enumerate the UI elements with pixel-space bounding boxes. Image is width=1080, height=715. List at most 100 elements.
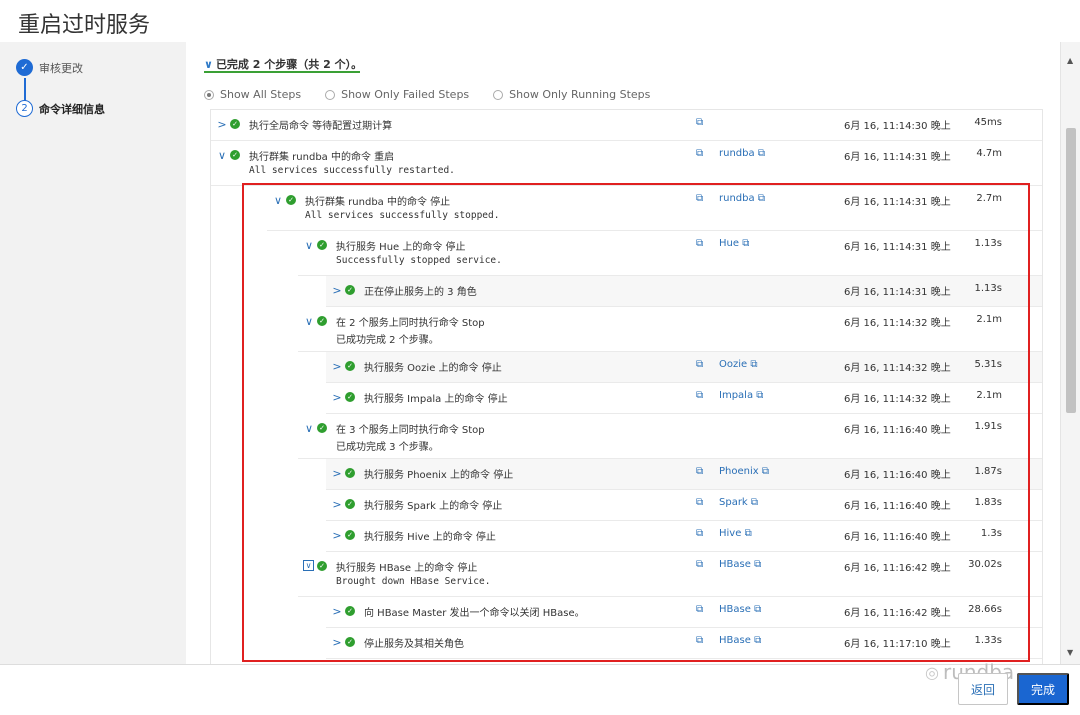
chevron-right-icon[interactable]: >	[332, 360, 342, 373]
step-row[interactable]: > ✓ 执行服务 Oozie 上的命令 停止 ⧉ Oozie ⧉ 6月 16, …	[326, 352, 1042, 383]
step-title: 执行群集 rundba 中的命令 重启	[249, 152, 395, 163]
external-link-icon[interactable]: ⧉	[696, 466, 703, 477]
external-link-icon[interactable]: ⧉	[696, 390, 703, 401]
external-link-icon[interactable]: ⧉	[696, 238, 703, 249]
cluster-link[interactable]: rundba ⧉	[719, 148, 765, 159]
step-row[interactable]: ∨ ✓ 执行群集 rundba 中的命令 停止 All services suc…	[267, 186, 1042, 231]
steps-summary-text: 已完成 2 个步骤（共 2 个）。	[215, 58, 363, 71]
service-link[interactable]: Spark ⧉	[719, 497, 758, 508]
external-link-icon[interactable]: ⧉	[696, 604, 703, 615]
external-link-icon[interactable]: ⧉	[696, 635, 703, 646]
step-title: 执行群集 rundba 中的命令 停止	[305, 197, 451, 208]
step-time: 6月 16, 11:14:31 晚上	[844, 152, 951, 163]
vertical-scrollbar[interactable]: ▲ ▼	[1060, 42, 1080, 664]
step-time: 6月 16, 11:14:30 晚上	[844, 121, 951, 132]
chevron-right-icon[interactable]: >	[332, 284, 342, 297]
service-link[interactable]: Impala ⧉	[719, 390, 763, 401]
success-check-icon: ✓	[345, 637, 355, 647]
cluster-link[interactable]: rundba ⧉	[719, 193, 765, 204]
chevron-down-icon[interactable]: ∨	[303, 560, 314, 571]
step-row[interactable]: > ✓ 执行服务 Phoenix 上的命令 停止 ⧉ Phoenix ⧉ 6月 …	[326, 459, 1042, 490]
filter-all-steps[interactable]: Show All Steps	[204, 88, 301, 101]
step-filters: Show All Steps Show Only Failed Steps Sh…	[204, 88, 674, 101]
external-link-icon[interactable]: ⧉	[696, 359, 703, 370]
chevron-right-icon[interactable]: >	[332, 636, 342, 649]
step-duration: 30.02s	[968, 559, 1002, 570]
filter-running-steps[interactable]: Show Only Running Steps	[493, 88, 650, 101]
step-row[interactable]: > ✓ 执行全局命令 等待配置过期计算 ⧉ 6月 16, 11:14:30 晚上…	[211, 110, 1042, 141]
wizard-step-details[interactable]: 2 命令详细信息	[16, 100, 105, 117]
wizard-step-review[interactable]: ✓ 审核更改	[16, 59, 83, 76]
link-label: Hive	[719, 528, 742, 539]
external-link-icon[interactable]: ⧉	[696, 497, 703, 508]
step-row[interactable]: ∨ ✓ 执行服务 HBase 上的命令 停止 Brought down HBas…	[298, 552, 1042, 597]
chevron-down-icon[interactable]: ∨	[304, 239, 314, 252]
step-title: 执行服务 Spark 上的命令 停止	[364, 501, 503, 512]
service-link[interactable]: Hue ⧉	[719, 238, 749, 249]
steps-summary-toggle[interactable]: ∨ 已完成 2 个步骤（共 2 个）。	[204, 56, 362, 72]
step-title: 停止服务及其相关角色	[364, 639, 464, 650]
chevron-down-icon[interactable]: ∨	[217, 149, 227, 162]
step-message: All services successfully restarted.	[249, 165, 455, 176]
link-label: HBase	[719, 559, 751, 570]
back-button[interactable]: 返回	[958, 673, 1008, 705]
step-duration: 1.13s	[974, 283, 1002, 294]
chevron-right-icon[interactable]: >	[332, 391, 342, 404]
external-link-icon: ⧉	[750, 497, 759, 508]
chevron-right-icon[interactable]: >	[332, 605, 342, 618]
step-time: 6月 16, 11:14:31 晚上	[844, 242, 951, 253]
service-link[interactable]: HBase ⧉	[719, 604, 761, 615]
step-time: 6月 16, 11:16:40 晚上	[844, 470, 951, 481]
scroll-down-arrow-icon[interactable]: ▼	[1067, 648, 1073, 657]
service-link[interactable]: Oozie ⧉	[719, 359, 758, 370]
step-row[interactable]: > ✓ 执行服务 Hive 上的命令 停止 ⧉ Hive ⧉ 6月 16, 11…	[326, 521, 1042, 552]
external-link-icon[interactable]: ⧉	[696, 528, 703, 539]
step-title: 执行服务 Oozie 上的命令 停止	[364, 363, 502, 374]
success-check-icon: ✓	[230, 119, 240, 129]
service-link[interactable]: Hive ⧉	[719, 528, 752, 539]
chevron-down-icon[interactable]: ∨	[304, 422, 314, 435]
service-link[interactable]: HBase ⧉	[719, 635, 761, 646]
step-row[interactable]: > ✓ 停止服务及其相关角色 ⧉ HBase ⧉ 6月 16, 11:17:10…	[326, 628, 1042, 659]
success-check-icon: ✓	[345, 606, 355, 616]
service-link[interactable]: Phoenix ⧉	[719, 466, 769, 477]
link-label: rundba	[719, 193, 755, 204]
step-row[interactable]: > ✓ 执行服务 Impala 上的命令 停止 ⧉ Impala ⧉ 6月 16…	[326, 383, 1042, 414]
scrollbar-thumb[interactable]	[1066, 128, 1076, 413]
step-row[interactable]: > ✓ 向 HBase Master 发出一个命令以关闭 HBase。 ⧉ HB…	[326, 597, 1042, 628]
filter-failed-steps[interactable]: Show Only Failed Steps	[325, 88, 469, 101]
steps-table: > ✓ 执行全局命令 等待配置过期计算 ⧉ 6月 16, 11:14:30 晚上…	[210, 109, 1043, 664]
external-link-icon[interactable]: ⧉	[696, 148, 703, 159]
external-link-icon[interactable]: ⧉	[696, 559, 703, 570]
step-time: 6月 16, 11:16:40 晚上	[844, 501, 951, 512]
finish-button[interactable]: 完成	[1017, 673, 1069, 705]
external-link-icon: ⧉	[750, 359, 758, 370]
success-check-icon: ✓	[345, 285, 355, 295]
wizard-connector	[24, 78, 26, 101]
external-link-icon[interactable]: ⧉	[696, 193, 703, 204]
chevron-right-icon[interactable]: >	[217, 118, 227, 131]
step-title: 执行服务 HBase 上的命令 停止	[336, 563, 478, 574]
step-row[interactable]: ∨ ✓ 在 2 个服务上同时执行命令 Stop 已成功完成 2 个步骤。 6月 …	[298, 307, 1042, 352]
success-check-icon: ✓	[345, 392, 355, 402]
step-title: 执行服务 Impala 上的命令 停止	[364, 394, 508, 405]
step-time: 6月 16, 11:16:42 晚上	[844, 608, 951, 619]
chevron-down-icon[interactable]: ∨	[273, 194, 283, 207]
chevron-right-icon[interactable]: >	[332, 498, 342, 511]
step-row[interactable]: ∨ ✓ 在 3 个服务上同时执行命令 Stop 已成功完成 3 个步骤。 6月 …	[298, 414, 1042, 459]
scroll-up-arrow-icon[interactable]: ▲	[1067, 56, 1073, 65]
external-link-icon[interactable]: ⧉	[696, 117, 703, 128]
link-label: Impala	[719, 390, 754, 401]
step-row[interactable]: ∨ ✓ 执行群集 rundba 中的命令 重启 All services suc…	[211, 141, 1042, 186]
step-row[interactable]: > ✓ 正在停止服务上的 3 角色 6月 16, 11:14:31 晚上 1.1…	[326, 276, 1042, 307]
step-time: 6月 16, 11:16:40 晚上	[844, 532, 951, 543]
chevron-right-icon[interactable]: >	[332, 467, 342, 480]
chevron-down-icon[interactable]: ∨	[304, 315, 314, 328]
step-time: 6月 16, 11:16:42 晚上	[844, 563, 951, 574]
success-check-icon: ✓	[345, 361, 355, 371]
step-row[interactable]: > ✓ 执行服务 Spark 上的命令 停止 ⧉ Spark ⧉ 6月 16, …	[326, 490, 1042, 521]
service-link[interactable]: HBase ⧉	[719, 559, 761, 570]
wizard-step-label: 审核更改	[39, 61, 83, 75]
chevron-right-icon[interactable]: >	[332, 529, 342, 542]
step-row[interactable]: ∨ ✓ 执行服务 Hue 上的命令 停止 Successfully stoppe…	[298, 231, 1042, 276]
